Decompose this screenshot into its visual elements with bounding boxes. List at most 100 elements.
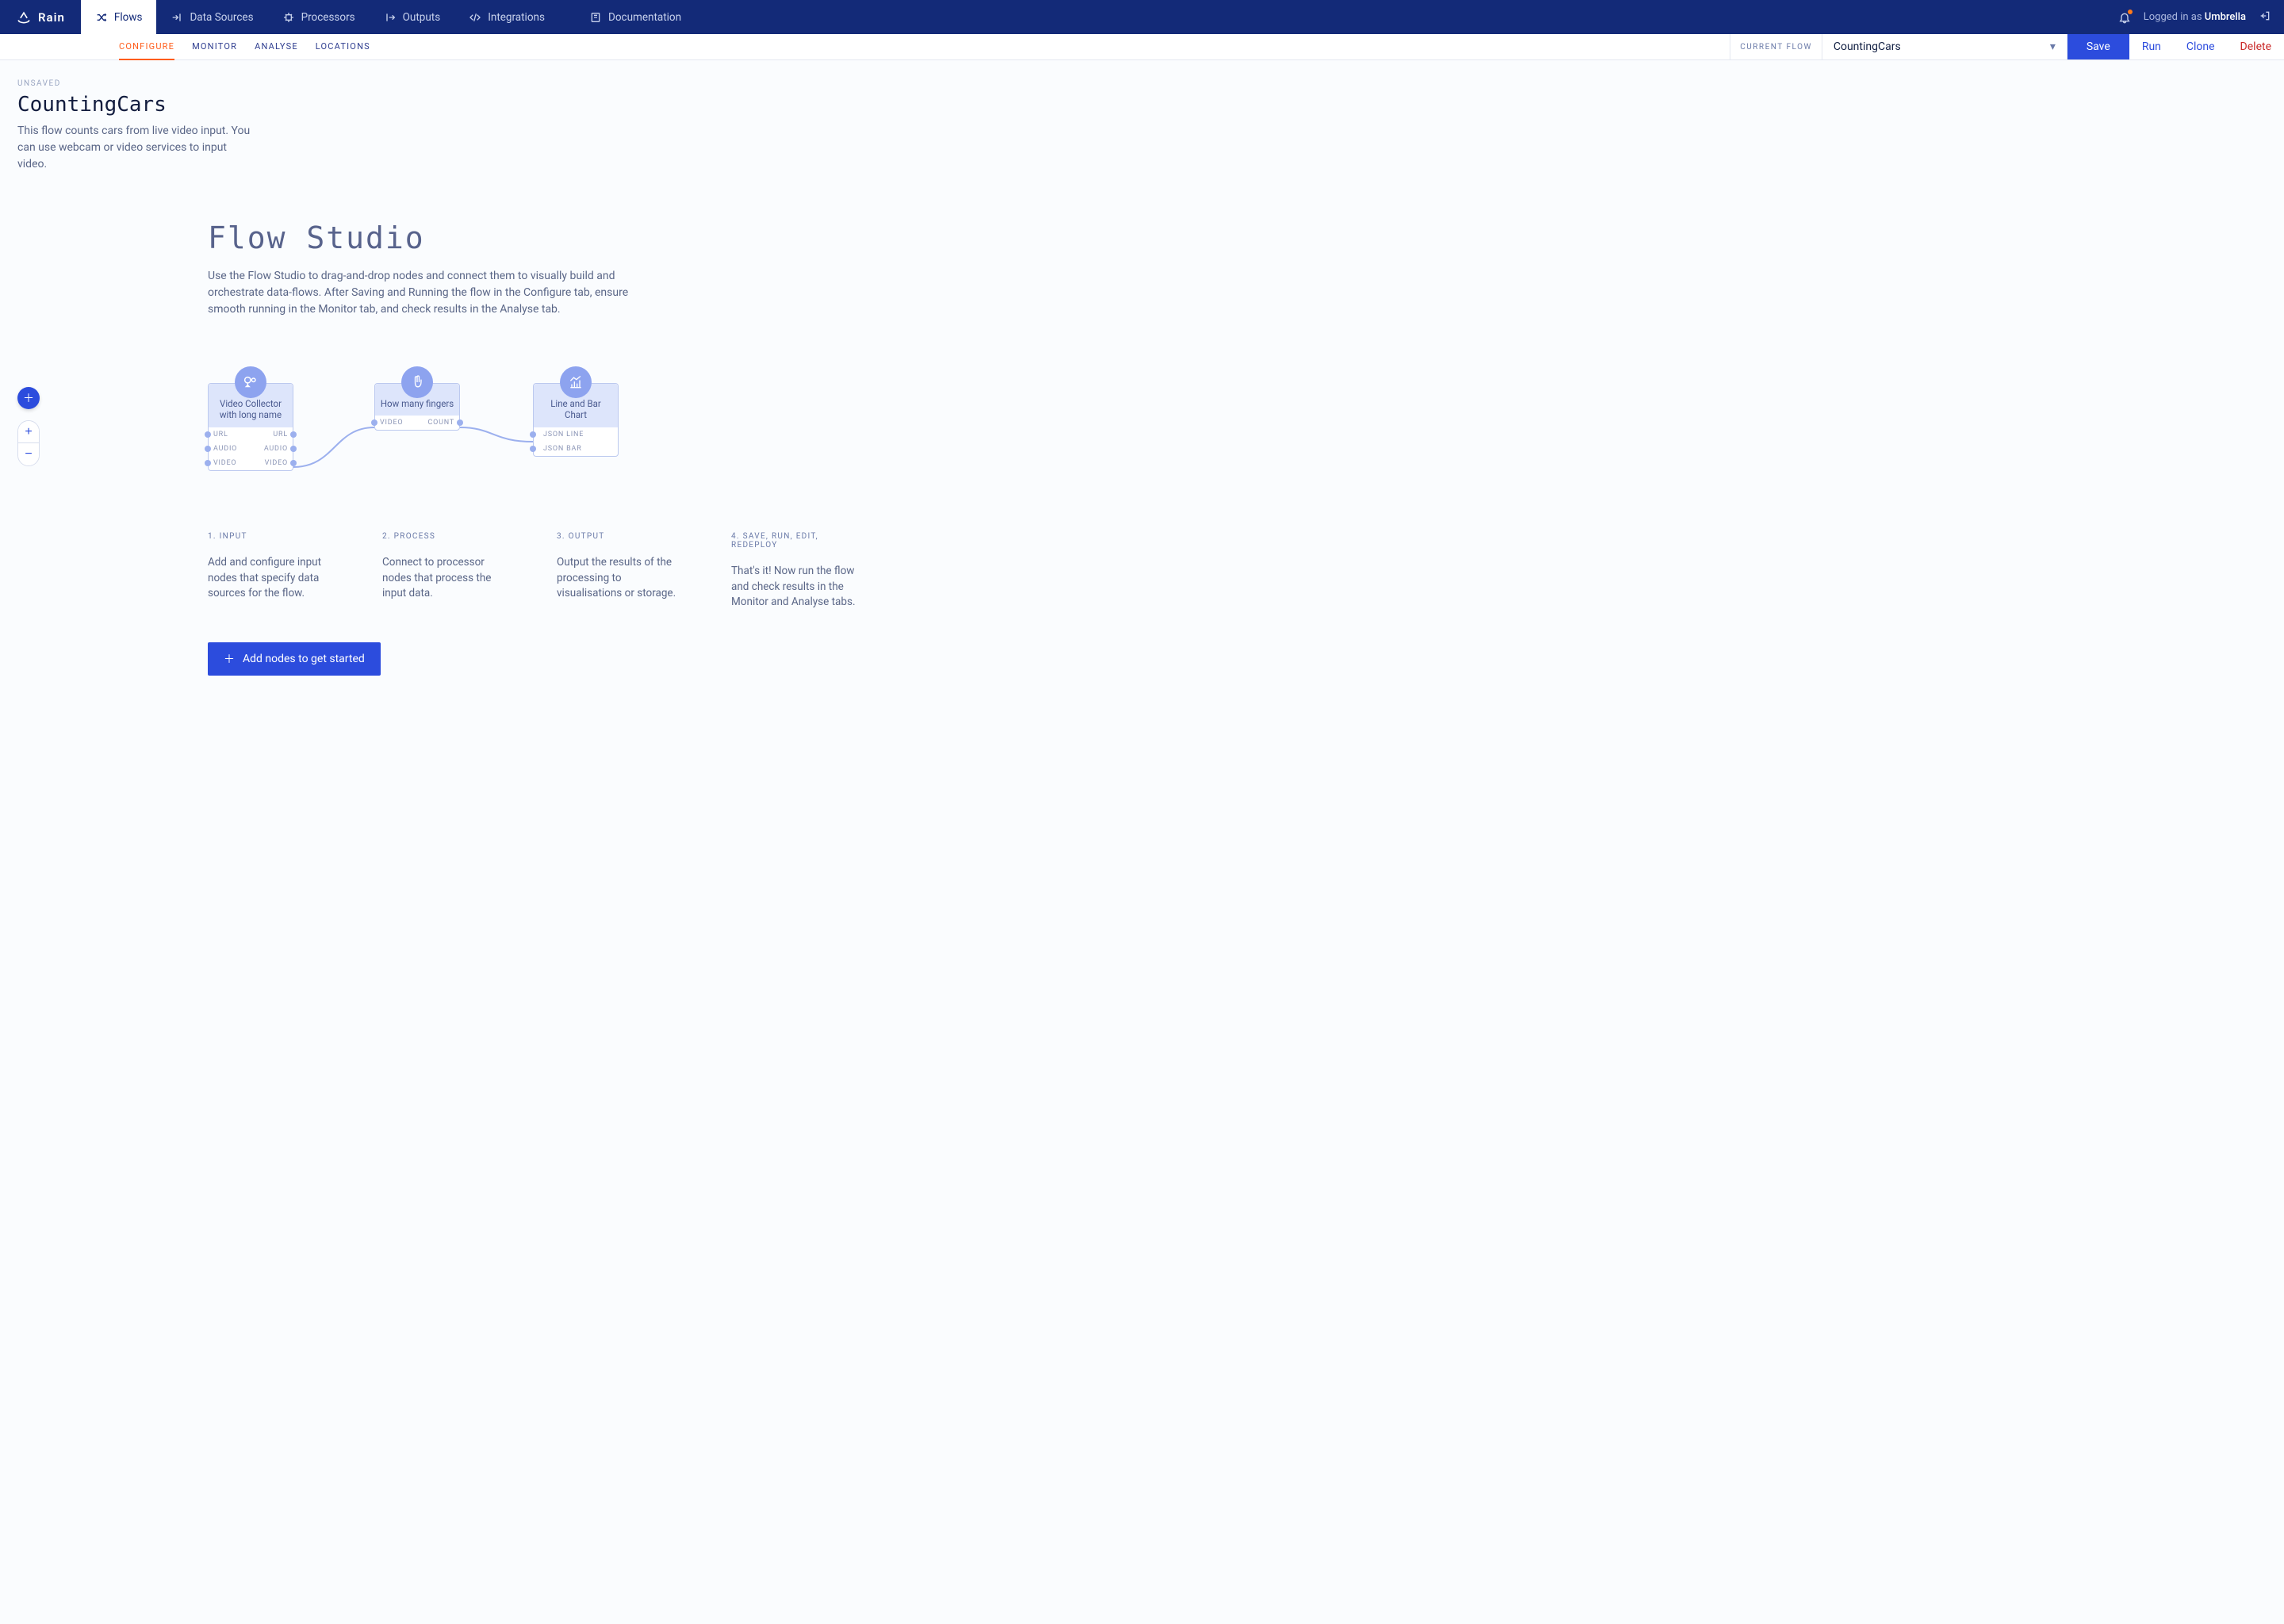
- flow-studio: Flow Studio Use the Flow Studio to drag-…: [208, 220, 858, 676]
- port-row: JSON BAR: [534, 442, 618, 456]
- step-output: 3. OUTPUT Output the results of the proc…: [557, 532, 684, 611]
- current-flow-value: CountingCars: [1834, 40, 1901, 53]
- book-icon: [589, 11, 602, 24]
- example-diagram: Video Collector with long name URL URL A…: [208, 366, 858, 508]
- shuffle-icon: [95, 11, 108, 24]
- clone-button[interactable]: Clone: [2174, 34, 2228, 59]
- port-dot[interactable]: [290, 446, 297, 452]
- steps: 1. INPUT Add and configure input nodes t…: [208, 532, 858, 611]
- subnav-right: CURRENT FLOW CountingCars ▾ Save Run Clo…: [1730, 34, 2284, 59]
- notification-bell-icon[interactable]: [2118, 11, 2131, 24]
- studio-description: Use the Flow Studio to drag-and-drop nod…: [208, 268, 652, 318]
- import-icon: [171, 11, 183, 24]
- brand: Rain: [0, 10, 81, 25]
- zoom-out-button[interactable]: −: [18, 443, 39, 465]
- step-desc: Output the results of the processing to …: [557, 555, 684, 602]
- cta-label: Add nodes to get started: [243, 653, 365, 665]
- nav-tab-label: Documentation: [608, 11, 681, 24]
- port-dot[interactable]: [530, 446, 536, 452]
- top-nav: Rain Flows Data Sources Processors Outpu…: [0, 0, 2284, 34]
- save-button[interactable]: Save: [2067, 34, 2129, 59]
- nav-tabs: Flows Data Sources Processors Outputs In…: [81, 0, 696, 34]
- port-row: AUDIO AUDIO: [209, 442, 293, 456]
- caret-down-icon: ▾: [2050, 40, 2056, 53]
- zoom-control: + −: [17, 420, 40, 466]
- sub-nav: CONFIGURE MONITOR ANALYSE LOCATIONS CURR…: [0, 34, 2284, 60]
- port-dot[interactable]: [205, 431, 211, 438]
- port-row: URL URL: [209, 427, 293, 442]
- step-process: 2. PROCESS Connect to processor nodes th…: [382, 532, 509, 611]
- camera-icon: [235, 366, 266, 398]
- subnav-tab-analyse[interactable]: ANALYSE: [255, 34, 298, 60]
- step-desc: Add and configure input nodes that speci…: [208, 555, 335, 602]
- port-label: VIDEO: [380, 419, 403, 427]
- zoom-in-button[interactable]: +: [18, 421, 39, 443]
- page-description: This flow counts cars from live video in…: [17, 123, 255, 173]
- port-label: COUNT: [427, 419, 454, 427]
- step-title: 4. SAVE, RUN, EDIT, REDEPLOY: [731, 532, 858, 550]
- port-label: URL: [273, 431, 288, 439]
- step-title: 2. PROCESS: [382, 532, 509, 541]
- step-title: 3. OUTPUT: [557, 532, 684, 541]
- port-dot[interactable]: [530, 431, 536, 438]
- node-how-many-fingers[interactable]: How many fingers VIDEO COUNT: [374, 383, 460, 431]
- node-video-collector[interactable]: Video Collector with long name URL URL A…: [208, 383, 293, 471]
- studio-title: Flow Studio: [208, 220, 858, 255]
- port-dot[interactable]: [290, 460, 297, 466]
- port-row: VIDEO VIDEO: [209, 456, 293, 470]
- port-row: VIDEO COUNT: [375, 416, 459, 430]
- logout-icon[interactable]: [2259, 10, 2271, 25]
- step-desc: That's it! Now run the flow and check re…: [731, 564, 858, 611]
- logged-in-user: Logged in as Umbrella: [2144, 11, 2246, 23]
- node-line-bar-chart[interactable]: Line and Bar Chart JSON LINE JSON BAR: [533, 383, 619, 457]
- cpu-icon: [282, 11, 295, 24]
- port-label: JSON BAR: [543, 445, 582, 453]
- subnav-tab-monitor[interactable]: MONITOR: [192, 34, 237, 60]
- username: Umbrella: [2205, 11, 2246, 23]
- step-save-run: 4. SAVE, RUN, EDIT, REDEPLOY That's it! …: [731, 532, 858, 611]
- port-dot[interactable]: [371, 419, 377, 426]
- port-row: JSON LINE: [534, 427, 618, 442]
- unsaved-badge: UNSAVED: [17, 79, 2267, 88]
- nav-tab-documentation[interactable]: Documentation: [575, 0, 696, 34]
- current-flow-select[interactable]: CountingCars ▾: [1822, 34, 2067, 59]
- port-label: JSON LINE: [543, 431, 584, 439]
- run-button[interactable]: Run: [2129, 34, 2174, 59]
- port-label: VIDEO: [265, 459, 288, 467]
- export-icon: [384, 11, 397, 24]
- delete-button[interactable]: Delete: [2228, 34, 2284, 59]
- current-flow-label: CURRENT FLOW: [1730, 34, 1822, 59]
- step-desc: Connect to processor nodes that process …: [382, 555, 509, 602]
- subnav-tab-configure[interactable]: CONFIGURE: [119, 34, 174, 60]
- subnav-tab-locations[interactable]: LOCATIONS: [316, 34, 370, 60]
- login-prefix: Logged in as: [2144, 11, 2205, 23]
- nav-tab-outputs[interactable]: Outputs: [370, 0, 455, 34]
- nav-right: Logged in as Umbrella: [2118, 10, 2284, 25]
- nav-tab-label: Integrations: [488, 11, 545, 24]
- nav-tab-integrations[interactable]: Integrations: [454, 0, 559, 34]
- brand-logo-icon: [16, 10, 32, 25]
- hand-icon: [401, 366, 433, 398]
- plus-icon: ＋: [23, 390, 34, 406]
- step-input: 1. INPUT Add and configure input nodes t…: [208, 532, 335, 611]
- nav-tab-label: Flows: [114, 11, 143, 24]
- plus-icon: ＋: [224, 651, 235, 667]
- nav-tab-data-sources[interactable]: Data Sources: [156, 0, 267, 34]
- port-dot[interactable]: [205, 460, 211, 466]
- port-label: VIDEO: [213, 459, 236, 467]
- nav-tab-flows[interactable]: Flows: [81, 0, 157, 34]
- port-label: AUDIO: [264, 445, 288, 453]
- port-label: AUDIO: [213, 445, 237, 453]
- nav-tab-processors[interactable]: Processors: [268, 0, 370, 34]
- page: UNSAVED CountingCars This flow counts ca…: [0, 60, 2284, 695]
- nav-tab-label: Processors: [301, 11, 355, 24]
- code-icon: [469, 11, 481, 24]
- page-title: CountingCars: [17, 93, 2267, 117]
- port-dot[interactable]: [457, 419, 463, 426]
- add-nodes-button[interactable]: ＋ Add nodes to get started: [208, 642, 381, 676]
- port-label: URL: [213, 431, 228, 439]
- add-node-fab[interactable]: ＋: [17, 387, 40, 409]
- port-dot[interactable]: [290, 431, 297, 438]
- subnav-tabs: CONFIGURE MONITOR ANALYSE LOCATIONS: [119, 34, 370, 60]
- port-dot[interactable]: [205, 446, 211, 452]
